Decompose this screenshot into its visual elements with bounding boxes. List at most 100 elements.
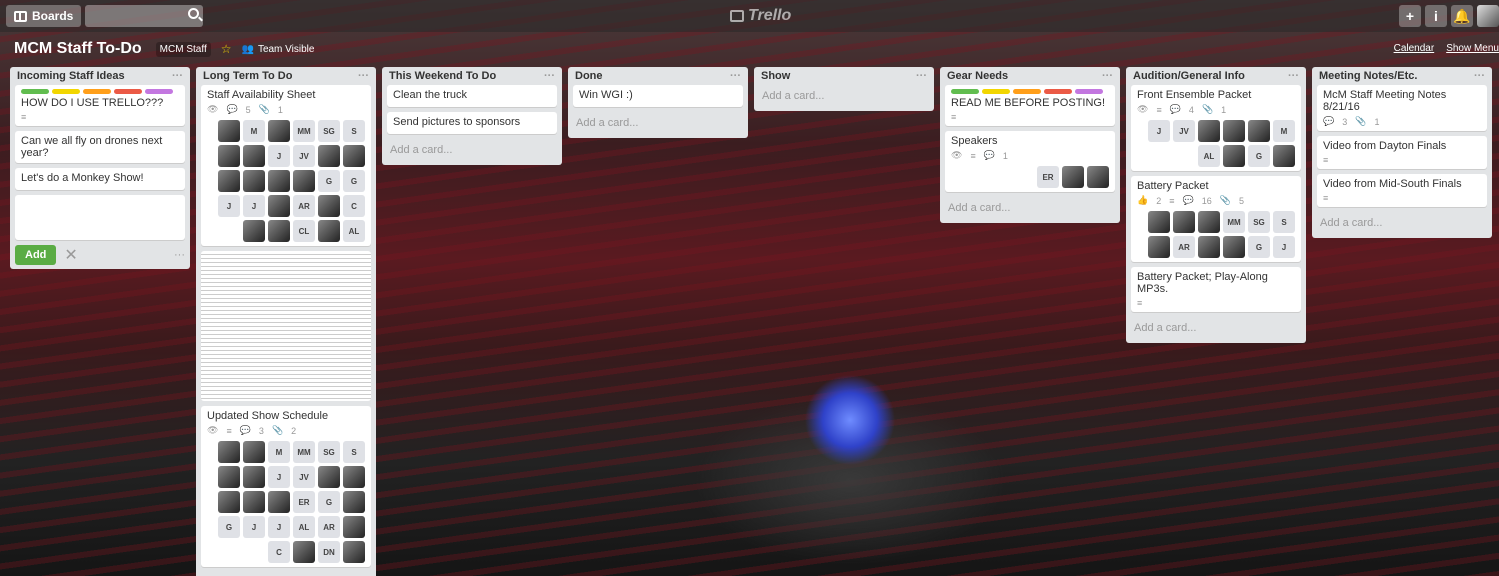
list-menu-icon[interactable]: ··· [1288, 70, 1299, 82]
member-avatar[interactable]: J [268, 516, 290, 538]
member-avatar[interactable] [268, 220, 290, 242]
add-card-button[interactable]: Add a card... [1317, 212, 1487, 234]
card[interactable]: Win WGI :) [573, 85, 743, 107]
member-avatar[interactable]: ER [293, 491, 315, 513]
list-menu-icon[interactable]: ··· [730, 70, 741, 82]
card[interactable]: Video from Mid-South Finals ≡ [1317, 174, 1487, 207]
member-avatar[interactable]: DN [318, 541, 340, 563]
card[interactable]: Staff Availability Sheet 👁 💬 5 📎 1 M MM SG S J… [201, 85, 371, 246]
member-avatar[interactable] [218, 491, 240, 513]
list-title[interactable]: Long Term To Do [203, 70, 292, 82]
member-avatar[interactable] [1248, 120, 1270, 142]
list-menu-icon[interactable]: ··· [1102, 70, 1113, 82]
add-card-button[interactable]: Add a card... [759, 85, 929, 107]
member-avatar[interactable] [1198, 211, 1220, 233]
member-avatar[interactable] [243, 441, 265, 463]
member-avatar[interactable] [1198, 236, 1220, 258]
member-avatar[interactable]: J [268, 466, 290, 488]
member-avatar[interactable] [1062, 166, 1084, 188]
member-avatar[interactable] [218, 441, 240, 463]
member-avatar[interactable] [318, 220, 340, 242]
member-avatar[interactable]: S [343, 120, 365, 142]
member-avatar[interactable]: AR [1173, 236, 1195, 258]
card[interactable]: Front Ensemble Packet 👁 ≡ 💬 4 📎 1 J JV M AL G [1131, 85, 1301, 171]
card[interactable]: McM Staff Meeting Notes 8/21/16 💬 3 📎 1 [1317, 85, 1487, 131]
member-avatar[interactable] [318, 195, 340, 217]
board-title[interactable]: MCM Staff To-Do [10, 37, 146, 61]
member-avatar[interactable] [243, 170, 265, 192]
member-avatar[interactable] [343, 491, 365, 513]
list-title[interactable]: Done [575, 70, 603, 82]
member-avatar[interactable] [243, 220, 265, 242]
member-avatar[interactable] [243, 466, 265, 488]
card[interactable]: Send pictures to sponsors [387, 112, 557, 134]
member-avatar[interactable]: G [318, 170, 340, 192]
member-avatar[interactable]: MM [293, 441, 315, 463]
member-avatar[interactable]: SG [318, 120, 340, 142]
member-avatar[interactable] [1148, 211, 1170, 233]
member-avatar[interactable]: J [1148, 120, 1170, 142]
member-avatar[interactable]: JV [293, 466, 315, 488]
list-menu-icon[interactable]: ··· [172, 70, 183, 82]
card[interactable]: Let's do a Monkey Show! [15, 168, 185, 190]
create-button[interactable]: + [1399, 5, 1421, 27]
member-avatar[interactable]: MM [293, 120, 315, 142]
member-avatar[interactable] [268, 195, 290, 217]
member-avatar[interactable]: S [343, 441, 365, 463]
member-avatar[interactable]: SG [318, 441, 340, 463]
card[interactable]: Clean the truck [387, 85, 557, 107]
member-avatar[interactable] [343, 516, 365, 538]
card[interactable]: Battery Packet; Play-Along MP3s. ≡ [1131, 267, 1301, 312]
add-card-button[interactable]: Add a card... [387, 139, 557, 161]
member-avatar[interactable] [1223, 120, 1245, 142]
member-avatar[interactable]: AL [1198, 145, 1220, 167]
member-avatar[interactable]: AL [343, 220, 365, 242]
card[interactable]: READ ME BEFORE POSTING! ≡ [945, 85, 1115, 126]
member-avatar[interactable] [318, 145, 340, 167]
card[interactable]: HOW DO I USE TRELLO??? ≡ [15, 85, 185, 126]
member-avatar[interactable]: ER [1037, 166, 1059, 188]
member-avatar[interactable]: SG [1248, 211, 1270, 233]
card[interactable]: Battery Packet 👍 2 ≡ 💬 16 📎 5 MM SG S AR G J [1131, 176, 1301, 262]
close-icon[interactable]: ✕ [64, 245, 77, 265]
member-avatar[interactable]: JV [1173, 120, 1195, 142]
member-avatar[interactable]: G [218, 516, 240, 538]
list-menu-icon[interactable]: ··· [1474, 70, 1485, 82]
member-avatar[interactable] [1087, 166, 1109, 188]
member-avatar[interactable]: M [268, 441, 290, 463]
list-title[interactable]: Incoming Staff Ideas [17, 70, 125, 82]
member-avatar[interactable] [1198, 120, 1220, 142]
bell-icon[interactable]: 🔔 [1451, 5, 1473, 27]
member-avatar[interactable] [268, 120, 290, 142]
list-title[interactable]: This Weekend To Do [389, 70, 496, 82]
member-avatar[interactable] [218, 170, 240, 192]
member-avatar[interactable]: AL [293, 516, 315, 538]
info-icon[interactable]: i [1425, 5, 1447, 27]
member-avatar[interactable]: AR [293, 195, 315, 217]
member-avatar[interactable] [243, 145, 265, 167]
show-menu-link[interactable]: Show Menu [1446, 43, 1499, 54]
member-avatar[interactable]: C [268, 541, 290, 563]
add-card-button[interactable]: Add a card... [573, 112, 743, 134]
add-button[interactable]: Add [15, 245, 57, 265]
member-avatar[interactable]: CL [293, 220, 315, 242]
calendar-link[interactable]: Calendar [1394, 43, 1435, 54]
list-menu-icon[interactable]: ··· [358, 70, 369, 82]
visibility-button[interactable]: 👥 Team Visible [241, 44, 314, 55]
member-avatar[interactable] [293, 541, 315, 563]
member-avatar[interactable]: AR [318, 516, 340, 538]
card[interactable]: Updated Show Schedule 👁 ≡ 💬 3 📎 2 M MM SG S J J… [201, 406, 371, 567]
member-avatar[interactable]: M [1273, 120, 1295, 142]
avatar[interactable] [1477, 5, 1499, 27]
list-title[interactable]: Meeting Notes/Etc. [1319, 70, 1417, 82]
boards-button[interactable]: Boards [6, 5, 82, 27]
member-avatar[interactable] [218, 466, 240, 488]
member-avatar[interactable]: S [1273, 211, 1295, 233]
member-avatar[interactable]: G [343, 170, 365, 192]
more-icon[interactable]: ··· [174, 249, 185, 261]
member-avatar[interactable]: J [243, 516, 265, 538]
member-avatar[interactable] [268, 170, 290, 192]
member-avatar[interactable]: G [1248, 236, 1270, 258]
member-avatar[interactable]: J [268, 145, 290, 167]
card[interactable]: Speakers 👁 ≡ 💬 1 ER [945, 131, 1115, 192]
